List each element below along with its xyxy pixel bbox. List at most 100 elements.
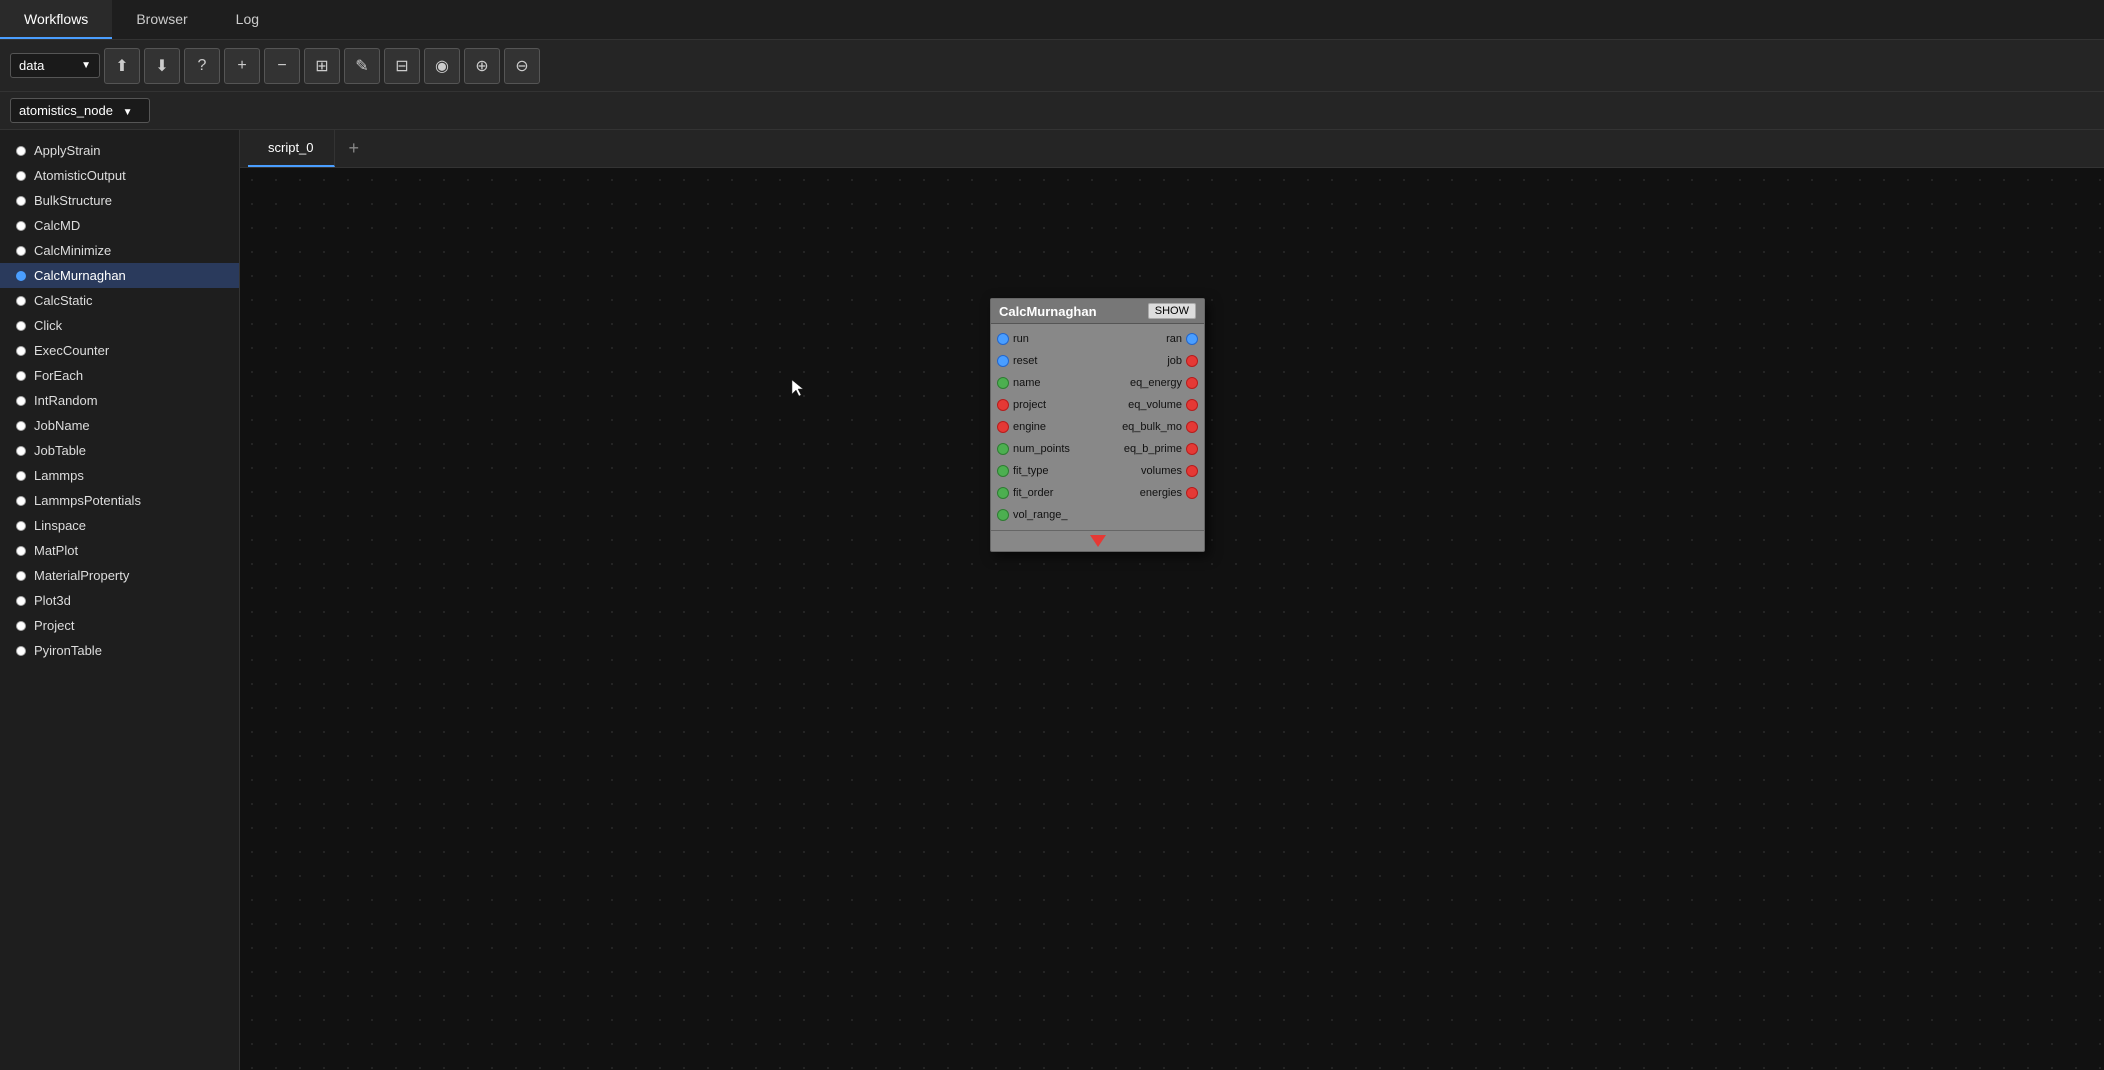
help-button[interactable]: ?	[184, 48, 220, 84]
sidebar-item-CalcStatic[interactable]: CalcStatic	[0, 288, 239, 313]
zoom-in-button[interactable]: ⊕	[464, 48, 500, 84]
dot-icon	[16, 296, 26, 306]
sidebar-item-ForEach[interactable]: ForEach	[0, 363, 239, 388]
cursor-pointer	[790, 378, 810, 401]
canvas-tabs: script_0 +	[240, 130, 2104, 168]
node-port-row-project: project eq_volume	[991, 394, 1204, 416]
sidebar-item-CalcMD[interactable]: CalcMD	[0, 213, 239, 238]
node-port-row-name: name eq_energy	[991, 372, 1204, 394]
port-reset-left-icon[interactable]	[997, 355, 1009, 367]
sidebar-item-Lammps[interactable]: Lammps	[0, 463, 239, 488]
tab-browser[interactable]: Browser	[112, 0, 211, 39]
download-button[interactable]: ⬇	[144, 48, 180, 84]
sidebar-item-LammpsPotentials[interactable]: LammpsPotentials	[0, 488, 239, 513]
zoom-out-button[interactable]: ⊖	[504, 48, 540, 84]
second-toolbar-row: atomistics_node ▼	[0, 92, 2104, 130]
sidebar-item-JobTable[interactable]: JobTable	[0, 438, 239, 463]
canvas-area: script_0 + CalcMurnaghan SHOW	[240, 130, 2104, 1070]
dot-icon	[16, 171, 26, 181]
port-eq-bprime-right-icon[interactable]	[1186, 443, 1198, 455]
sidebar-item-CalcMinimize[interactable]: CalcMinimize	[0, 238, 239, 263]
port-engine-left-icon[interactable]	[997, 421, 1009, 433]
tab-log[interactable]: Log	[212, 0, 283, 39]
sidebar-item-AtomisticOutput[interactable]: AtomisticOutput	[0, 163, 239, 188]
dot-icon	[16, 146, 26, 156]
port-run-left-icon[interactable]	[997, 333, 1009, 345]
dot-icon	[16, 546, 26, 556]
sidebar-item-CalcMurnaghan[interactable]: CalcMurnaghan	[0, 263, 239, 288]
port-job-right-icon[interactable]	[1186, 355, 1198, 367]
upload-button[interactable]: ⬆	[104, 48, 140, 84]
node-select-chevron-icon: ▼	[123, 107, 133, 118]
dot-icon	[16, 346, 26, 356]
edit-button[interactable]: ✎	[344, 48, 380, 84]
node-ports: run ran reset jo	[991, 324, 1204, 530]
add-button[interactable]: +	[224, 48, 260, 84]
sidebar-item-IntRandom[interactable]: IntRandom	[0, 388, 239, 413]
dot-icon	[16, 246, 26, 256]
port-eq-volume-right-icon[interactable]	[1186, 399, 1198, 411]
port-fittype-left-icon[interactable]	[997, 465, 1009, 477]
dot-icon	[16, 221, 26, 231]
tab-workflows[interactable]: Workflows	[0, 0, 112, 39]
dot-icon	[16, 571, 26, 581]
sidebar-item-MatPlot[interactable]: MatPlot	[0, 538, 239, 563]
dot-icon	[16, 496, 26, 506]
sidebar-item-ApplyStrain[interactable]: ApplyStrain	[0, 138, 239, 163]
canvas-tab-add[interactable]: +	[335, 130, 374, 167]
sidebar: ApplyStrain AtomisticOutput BulkStructur…	[0, 130, 240, 1070]
port-fitorder-left-icon[interactable]	[997, 487, 1009, 499]
node-port-row-reset: reset job	[991, 350, 1204, 372]
sidebar-item-ExecCounter[interactable]: ExecCounter	[0, 338, 239, 363]
dot-icon	[16, 521, 26, 531]
port-name-left-icon[interactable]	[997, 377, 1009, 389]
dot-icon	[16, 421, 26, 431]
locate-button[interactable]: ◉	[424, 48, 460, 84]
dot-icon	[16, 471, 26, 481]
port-project-left-icon[interactable]	[997, 399, 1009, 411]
node-calcmurnaghan[interactable]: CalcMurnaghan SHOW run ran	[990, 298, 1205, 552]
node-port-row-volrange: vol_range_	[991, 504, 1204, 526]
node-show-button[interactable]: SHOW	[1148, 303, 1196, 319]
dot-icon	[16, 271, 26, 281]
dot-icon	[16, 646, 26, 656]
dot-icon	[16, 596, 26, 606]
sidebar-item-BulkStructure[interactable]: BulkStructure	[0, 188, 239, 213]
toolbar: data ▼ ⬆ ⬇ ? + − ⊞ ✎ ⊟ ◉ ⊕ ⊖	[0, 40, 2104, 92]
node-expand-triangle-icon[interactable]	[1090, 535, 1106, 547]
sidebar-item-JobName[interactable]: JobName	[0, 413, 239, 438]
expand-button[interactable]: ⊞	[304, 48, 340, 84]
dropdown-chevron-icon: ▼	[81, 60, 91, 71]
sidebar-item-Linspace[interactable]: Linspace	[0, 513, 239, 538]
port-numpoints-left-icon[interactable]	[997, 443, 1009, 455]
port-energies-right-icon[interactable]	[1186, 487, 1198, 499]
dot-icon	[16, 621, 26, 631]
port-ran-right-icon[interactable]	[1186, 333, 1198, 345]
sidebar-item-MaterialProperty[interactable]: MaterialProperty	[0, 563, 239, 588]
dot-icon	[16, 196, 26, 206]
sidebar-item-Project[interactable]: Project	[0, 613, 239, 638]
dot-icon	[16, 321, 26, 331]
node-port-row-fittype: fit_type volumes	[991, 460, 1204, 482]
node-footer	[991, 530, 1204, 551]
dot-icon	[16, 446, 26, 456]
sidebar-item-PyironTable[interactable]: PyironTable	[0, 638, 239, 663]
data-dropdown[interactable]: data ▼	[10, 53, 100, 78]
port-eq-energy-right-icon[interactable]	[1186, 377, 1198, 389]
node-header: CalcMurnaghan SHOW	[991, 299, 1204, 324]
sidebar-item-Plot3d[interactable]: Plot3d	[0, 588, 239, 613]
main-layout: ApplyStrain AtomisticOutput BulkStructur…	[0, 130, 2104, 1070]
node-select-dropdown[interactable]: atomistics_node ▼	[10, 98, 150, 123]
node-port-row-engine: engine eq_bulk_mo	[991, 416, 1204, 438]
dot-icon	[16, 371, 26, 381]
canvas-workspace[interactable]: CalcMurnaghan SHOW run ran	[240, 168, 2104, 1070]
remove-button[interactable]: −	[264, 48, 300, 84]
node-port-row-run: run ran	[991, 328, 1204, 350]
collapse-button[interactable]: ⊟	[384, 48, 420, 84]
port-volumes-right-icon[interactable]	[1186, 465, 1198, 477]
canvas-tab-script0[interactable]: script_0	[248, 130, 335, 167]
port-eq-bulkmo-right-icon[interactable]	[1186, 421, 1198, 433]
port-volrange-left-icon[interactable]	[997, 509, 1009, 521]
title-bar: Workflows Browser Log	[0, 0, 2104, 40]
sidebar-item-Click[interactable]: Click	[0, 313, 239, 338]
